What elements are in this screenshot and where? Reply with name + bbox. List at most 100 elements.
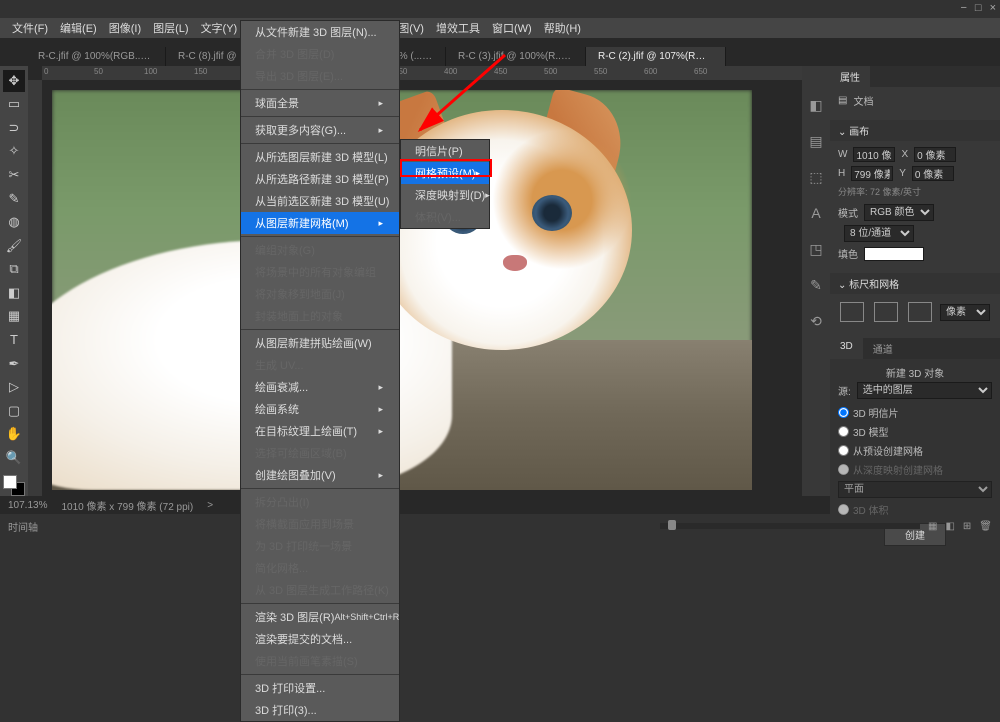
color-swatch[interactable] — [3, 475, 25, 497]
menu-item[interactable]: 渲染要提交的文档... — [241, 628, 399, 650]
menu-item: 封装地面上的对象 — [241, 305, 399, 327]
menu-item[interactable]: 从当前选区新建 3D 模型(U) — [241, 190, 399, 212]
pen-tool-icon[interactable]: ✒ — [3, 353, 25, 375]
close-icon[interactable]: × — [990, 2, 996, 14]
panel-strip-icon[interactable]: ⬚ — [807, 168, 825, 186]
panel-strip-icon[interactable]: ✎ — [807, 276, 825, 294]
plane-select: 平面 — [838, 481, 992, 498]
bottom-icon[interactable]: ⊞ — [963, 521, 971, 532]
unit-select[interactable]: 像素 — [940, 304, 990, 321]
menu-item[interactable]: 窗口(W) — [486, 18, 538, 38]
frame-opt-icon[interactable] — [908, 302, 932, 322]
menu-item[interactable]: 帮助(H) — [538, 18, 587, 38]
path-tool-icon[interactable]: ▷ — [3, 376, 25, 398]
menu-item[interactable]: 编辑(E) — [54, 18, 103, 38]
timeline-label[interactable]: 时间轴 — [8, 519, 38, 534]
radio-preset-mesh[interactable] — [838, 445, 849, 456]
gradient-tool-icon[interactable]: ▦ — [3, 306, 25, 328]
zoom-level[interactable]: 107.13% — [8, 500, 47, 511]
menu-item[interactable]: 增效工具 — [430, 18, 486, 38]
eyedropper-tool-icon[interactable]: ✎ — [3, 188, 25, 210]
menu-item[interactable]: 从文件新建 3D 图层(N)... — [241, 21, 399, 43]
move-tool-icon[interactable]: ✥ — [3, 70, 25, 92]
menu-item[interactable]: 创建绘图叠加(V) — [241, 464, 399, 486]
menu-item[interactable]: 3D 打印设置... — [241, 677, 399, 699]
document-tab[interactable]: R-C (2).jfif @ 107%(RGB/8#) *× — [586, 47, 726, 66]
document-tab[interactable]: R-C (3).jfif @ 100%(R...× — [446, 47, 586, 66]
stamp-tool-icon[interactable]: ⧉ — [3, 259, 25, 281]
tab-properties[interactable]: 属性 — [830, 66, 870, 87]
menu-item[interactable]: 从图层新建网格(M) — [241, 212, 399, 234]
panel-strip-icon[interactable]: ◧ — [807, 96, 825, 114]
min-icon[interactable]: − — [960, 2, 966, 14]
menu-item[interactable]: 从所选路径新建 3D 模型(P) — [241, 168, 399, 190]
hand-tool-icon[interactable]: ✋ — [3, 423, 25, 445]
lasso-tool-icon[interactable]: ⊃ — [3, 117, 25, 139]
menu-item[interactable]: 文件(F) — [6, 18, 54, 38]
menu-item: 简化网格... — [241, 557, 399, 579]
menu-item[interactable]: 球面全景 — [241, 92, 399, 114]
menu-item[interactable]: 图像(I) — [103, 18, 147, 38]
menu-item[interactable]: 获取更多内容(G)... — [241, 119, 399, 141]
tab-3d[interactable]: 3D — [830, 338, 863, 359]
document-tab[interactable]: R-C.jfif @ 100%(RGB...× — [26, 47, 166, 66]
source-select[interactable]: 选中的图层 — [857, 382, 992, 399]
panel-strip-icon[interactable]: ◳ — [807, 240, 825, 258]
zoom-tool-icon[interactable]: 🔍 — [3, 447, 25, 469]
frame-opt-icon[interactable] — [874, 302, 898, 322]
timeline-slider[interactable] — [660, 523, 920, 529]
trash-icon[interactable]: 🗑 — [979, 521, 992, 532]
menu-item[interactable]: 从所选图层新建 3D 模型(L) — [241, 146, 399, 168]
doc-info: 1010 像素 x 799 像素 (72 ppi) — [61, 498, 193, 513]
brush-tool-icon[interactable]: 🖌 — [3, 235, 25, 257]
document-icon: ▤ — [838, 95, 847, 106]
crop-tool-icon[interactable]: ✂ — [3, 164, 25, 186]
eraser-tool-icon[interactable]: ◧ — [3, 282, 25, 304]
menu-item[interactable]: 从图层新建拼贴绘画(W) — [241, 332, 399, 354]
submenu-item[interactable]: 深度映射到(D) — [401, 184, 489, 206]
tab-close-icon[interactable]: × — [570, 51, 576, 62]
max-icon[interactable]: □ — [975, 2, 982, 14]
window-controls[interactable]: − □ × — [960, 2, 996, 14]
panel-strip-icon[interactable]: ▤ — [807, 132, 825, 150]
panel-strip-icon[interactable]: ⟲ — [807, 312, 825, 330]
height-input[interactable] — [851, 166, 893, 181]
3d-menu-dropdown: 从文件新建 3D 图层(N)...合并 3D 图层(D)导出 3D 图层(E).… — [240, 20, 400, 722]
frame-opt-icon[interactable] — [840, 302, 864, 322]
info-arrow-icon[interactable]: > — [207, 500, 213, 511]
tab-close-icon[interactable]: × — [428, 51, 434, 62]
menu-item[interactable]: 图层(L) — [147, 18, 194, 38]
x-input[interactable] — [914, 147, 956, 162]
bottom-icon[interactable]: ▦ — [928, 521, 937, 532]
type-tool-icon[interactable]: T — [3, 329, 25, 351]
ruler-section[interactable]: ⌄ 标尺和网格 — [830, 273, 1000, 294]
width-input[interactable] — [853, 147, 895, 162]
menu-item: 导出 3D 图层(E)... — [241, 65, 399, 87]
bottom-icon[interactable]: ◧ — [945, 521, 954, 532]
wand-tool-icon[interactable]: ✧ — [3, 141, 25, 163]
mode-select[interactable]: RGB 颜色 — [864, 204, 934, 221]
resolution-label: 分辨率: 72 像素/英寸 — [838, 185, 992, 198]
menu-item[interactable]: 绘画系统 — [241, 398, 399, 420]
radio-model[interactable] — [838, 426, 849, 437]
fill-color[interactable] — [864, 247, 924, 261]
menu-item[interactable]: 文字(Y) — [195, 18, 244, 38]
shape-tool-icon[interactable]: ▢ — [3, 400, 25, 422]
menu-item[interactable]: 渲染 3D 图层(R)Alt+Shift+Ctrl+R — [241, 606, 399, 628]
panel-strip-icon[interactable]: A — [807, 204, 825, 222]
right-panels: 属性 ▤文档 ⌄ 画布 WX HY 分辨率: 72 像素/英寸 模式RGB 颜色… — [830, 66, 1000, 496]
marquee-tool-icon[interactable]: ▭ — [3, 94, 25, 116]
y-input[interactable] — [912, 166, 954, 181]
tab-channels[interactable]: 通道 — [863, 338, 903, 359]
radio-postcard[interactable] — [838, 407, 849, 418]
canvas-area: 050100150200250300350400450500550600650 — [28, 66, 802, 496]
menu-item[interactable]: 3D 打印(3)... — [241, 699, 399, 721]
menu-item: 将对象移到地面(J) — [241, 283, 399, 305]
tab-close-icon[interactable]: × — [149, 51, 155, 62]
ruler-vertical — [28, 80, 42, 496]
heal-tool-icon[interactable]: ◍ — [3, 211, 25, 233]
menu-item[interactable]: 绘画衰减... — [241, 376, 399, 398]
depth-select[interactable]: 8 位/通道 — [844, 225, 914, 242]
canvas-section[interactable]: ⌄ 画布 — [830, 120, 1000, 141]
menu-item[interactable]: 在目标纹理上绘画(T) — [241, 420, 399, 442]
